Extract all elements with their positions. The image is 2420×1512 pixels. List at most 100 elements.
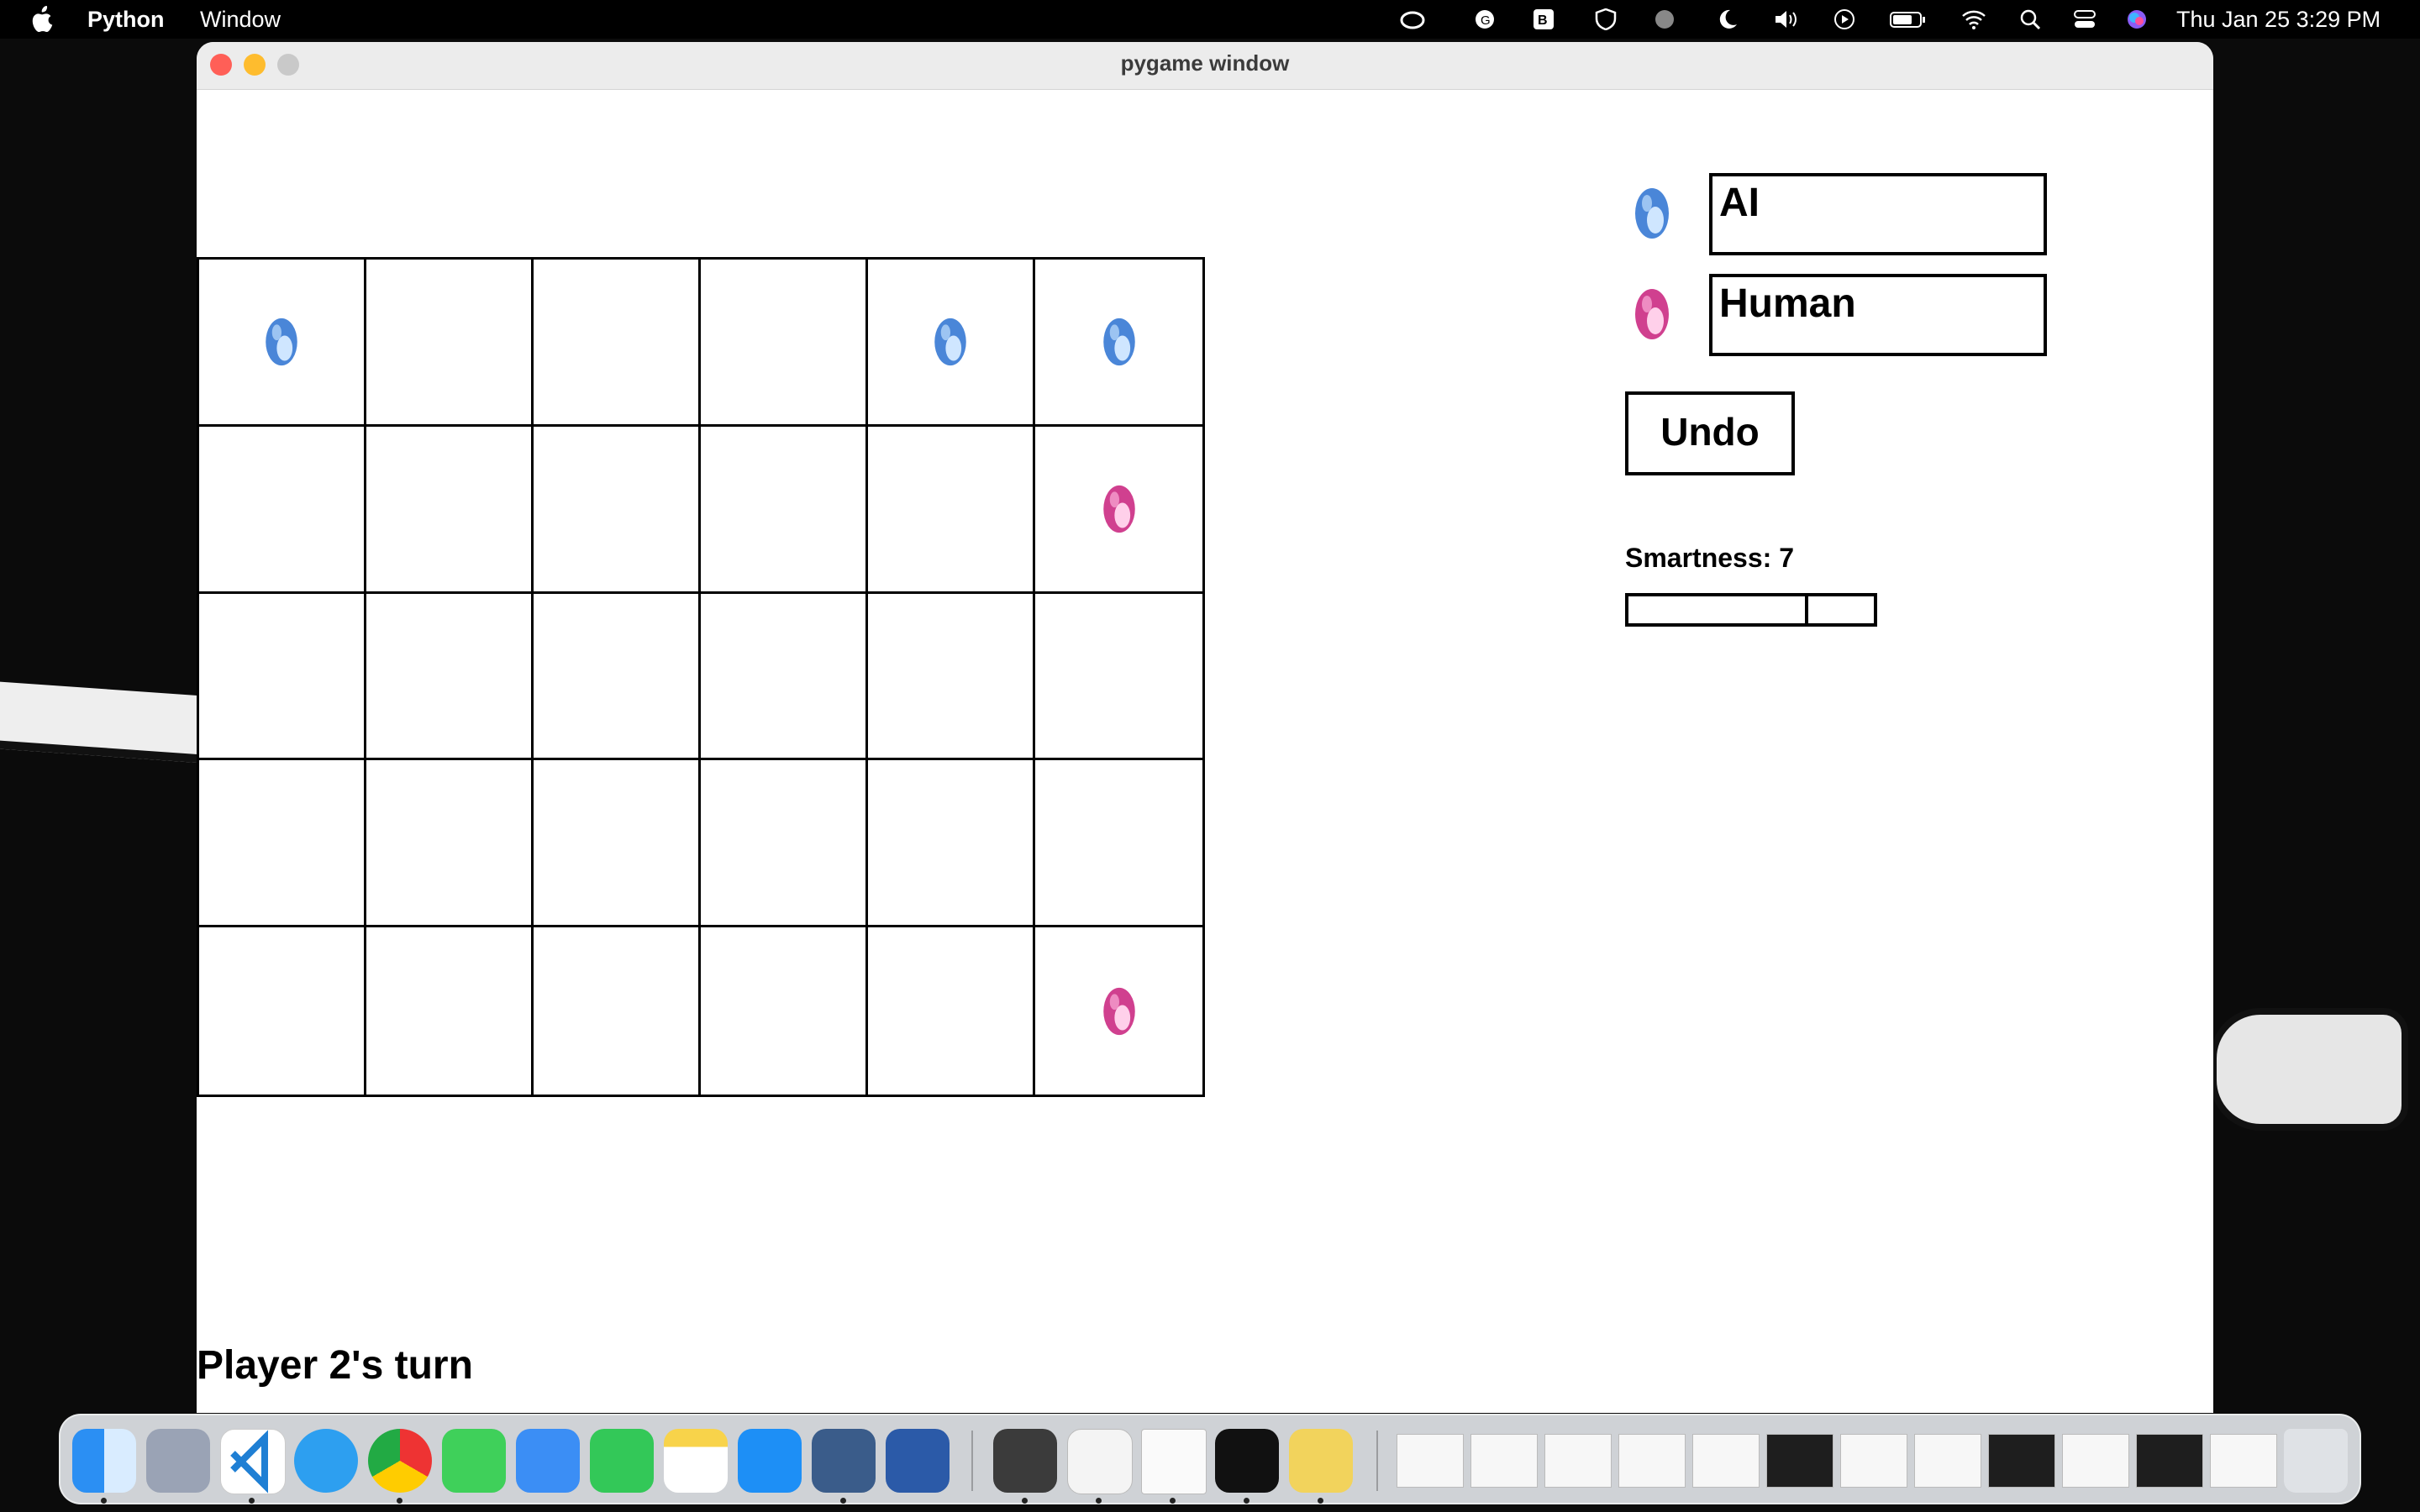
siri-icon[interactable] [2124, 8, 2149, 30]
svg-text:G: G [1481, 13, 1491, 28]
board-cell[interactable] [199, 260, 366, 427]
volume-icon[interactable] [1773, 8, 1798, 30]
board-cell[interactable] [868, 593, 1035, 761]
ai-gem-piece [934, 318, 966, 366]
board-cell[interactable] [366, 426, 534, 594]
minimized-window-thumbnail[interactable] [1544, 1434, 1612, 1488]
board-cell[interactable] [868, 260, 1035, 427]
textedit-icon[interactable] [1067, 1429, 1133, 1494]
messages-icon[interactable] [442, 1429, 506, 1493]
minimized-window-thumbnail[interactable] [1618, 1434, 1686, 1488]
blank-document-icon[interactable] [1141, 1429, 1207, 1494]
vscode-icon[interactable] [220, 1429, 286, 1494]
dock-separator [1376, 1431, 1378, 1491]
board-cell[interactable] [1035, 760, 1202, 928]
smartness-slider[interactable] [1625, 593, 1877, 627]
app-store-icon[interactable] [738, 1429, 802, 1493]
game-board [197, 257, 1205, 1097]
globe-icon[interactable] [1652, 8, 1677, 30]
board-cell[interactable] [199, 927, 366, 1095]
board-cell[interactable] [366, 260, 534, 427]
board-cell[interactable] [1035, 260, 1202, 427]
chrome-icon[interactable] [368, 1429, 432, 1493]
board-cell[interactable] [366, 593, 534, 761]
board-cell[interactable] [534, 927, 701, 1095]
human-gem-icon [1635, 289, 1669, 339]
board-cell[interactable] [366, 760, 534, 928]
running-indicator [1318, 1498, 1323, 1504]
minimized-window-thumbnail[interactable] [1914, 1434, 1981, 1488]
minimized-window-thumbnail[interactable] [1692, 1434, 1760, 1488]
board-cell[interactable] [701, 260, 868, 427]
menu-app-name[interactable]: Python [87, 7, 165, 32]
running-indicator [1096, 1498, 1102, 1504]
minimized-window-thumbnail[interactable] [1840, 1434, 1907, 1488]
running-indicator [840, 1498, 846, 1504]
smartness-label: Smartness: 7 [1625, 543, 1794, 573]
grammarly-icon[interactable]: G [1472, 8, 1497, 30]
system-monitor-icon[interactable] [812, 1429, 876, 1493]
board-cell[interactable] [701, 927, 868, 1095]
minimized-window-thumbnail[interactable] [2210, 1434, 2277, 1488]
board-cell[interactable] [199, 760, 366, 928]
board-cell[interactable] [199, 426, 366, 594]
menu-window[interactable]: Window [200, 7, 281, 32]
launchpad-icon[interactable] [146, 1429, 210, 1493]
minimized-window-thumbnail[interactable] [2062, 1434, 2129, 1488]
minimized-window-thumbnail[interactable] [1397, 1434, 1464, 1488]
finder-icon[interactable] [72, 1429, 136, 1493]
board-cell[interactable] [701, 593, 868, 761]
board-cell[interactable] [534, 593, 701, 761]
minimized-window-thumbnail[interactable] [1470, 1434, 1538, 1488]
board-cell[interactable] [534, 426, 701, 594]
board-cell[interactable] [1035, 427, 1202, 594]
running-indicator [101, 1498, 107, 1504]
board-cell[interactable] [534, 760, 701, 928]
svg-text:B: B [1538, 13, 1548, 28]
mail-icon[interactable] [516, 1429, 580, 1493]
board-cell[interactable] [701, 760, 868, 928]
facetime-icon[interactable] [590, 1429, 654, 1493]
human-name-field[interactable]: Human [1709, 274, 2047, 356]
python-launcher-icon[interactable] [1289, 1429, 1353, 1493]
apple-menu-icon[interactable] [30, 6, 55, 33]
creative-cloud-icon[interactable] [1400, 8, 1425, 30]
minimized-window-thumbnail[interactable] [1766, 1434, 1833, 1488]
board-cell[interactable] [1035, 594, 1202, 761]
window-title: pygame window [1120, 50, 1290, 76]
notes-icon[interactable] [664, 1429, 728, 1493]
window-titlebar[interactable]: pygame window [197, 42, 2213, 90]
wifi-icon[interactable] [1961, 8, 1986, 30]
board-cell[interactable] [199, 593, 366, 761]
play-icon[interactable] [1832, 8, 1857, 30]
control-center-icon[interactable] [2072, 8, 2097, 30]
wallpaper-shape [2210, 1008, 2408, 1131]
board-cell[interactable] [701, 426, 868, 594]
board-cell[interactable] [868, 927, 1035, 1095]
menu-clock[interactable]: Thu Jan 25 3:29 PM [2176, 7, 2381, 32]
undo-button[interactable]: Undo [1625, 391, 1795, 475]
board-cell[interactable] [1035, 927, 1202, 1095]
spotlight-search-icon[interactable] [2018, 8, 2044, 30]
ai-name-field[interactable]: AI [1709, 173, 2047, 255]
moon-icon[interactable] [1714, 8, 1739, 30]
board-cell[interactable] [366, 927, 534, 1095]
board-cell[interactable] [868, 426, 1035, 594]
ai-gem-piece [266, 318, 297, 366]
minimized-window-thumbnail[interactable] [1988, 1434, 2055, 1488]
sublime-text-icon[interactable] [993, 1429, 1057, 1493]
running-indicator [1022, 1498, 1028, 1504]
battery-icon[interactable] [1889, 8, 1928, 30]
smartness-slider-handle[interactable] [1805, 593, 1808, 627]
shield-link-icon[interactable] [1593, 8, 1618, 30]
human-gem-piece [1102, 987, 1135, 1035]
minimized-window-thumbnail[interactable] [2136, 1434, 2203, 1488]
menu-bar: Python Window G B Thu Jan 25 3:29 PM [0, 0, 2420, 39]
terminal-icon[interactable] [1215, 1429, 1279, 1493]
board-cell[interactable] [534, 260, 701, 427]
word-icon[interactable] [886, 1429, 950, 1493]
safari-icon[interactable] [294, 1429, 358, 1493]
board-cell[interactable] [868, 760, 1035, 928]
b-extension-icon[interactable]: B [1531, 8, 1556, 30]
trash-icon[interactable] [2284, 1429, 2348, 1493]
